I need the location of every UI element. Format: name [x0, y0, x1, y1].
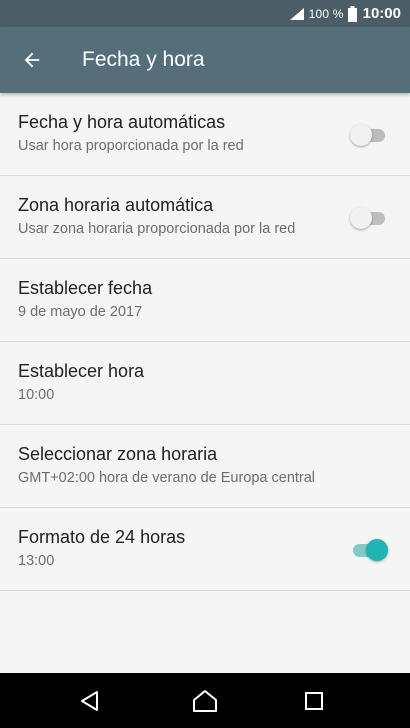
page-title: Fecha y hora [82, 48, 205, 71]
setting-24-hour-format[interactable]: Formato de 24 horas 13:00 [0, 508, 410, 591]
setting-automatic-time-zone[interactable]: Zona horaria automática Usar zona horari… [0, 176, 410, 259]
back-triangle-icon [81, 691, 98, 711]
setting-set-date[interactable]: Establecer fecha 9 de mayo de 2017 [0, 259, 410, 342]
switch-thumb [350, 124, 372, 146]
status-indicators: 100 % 10:00 [289, 0, 401, 27]
navigation-bar [0, 673, 410, 728]
setting-title: Fecha y hora automáticas [18, 112, 226, 132]
setting-summary: GMT+02:00 hora de verano de Europa centr… [18, 470, 316, 486]
setting-title: Seleccionar zona horaria [18, 444, 218, 464]
setting-title: Establecer hora [18, 361, 145, 381]
battery-percentage: 100 % [308, 6, 344, 21]
switch-thumb [350, 207, 372, 229]
setting-set-time[interactable]: Establecer hora 10:00 [0, 342, 410, 425]
setting-summary: Usar zona horaria proporcionada por la r… [18, 221, 296, 237]
setting-title: Establecer fecha [18, 278, 153, 298]
setting-title: Formato de 24 horas [18, 527, 186, 547]
status-time: 10:00 [362, 5, 401, 22]
battery-icon [347, 5, 357, 22]
recents-icon [305, 692, 323, 710]
setting-summary: 9 de mayo de 2017 [18, 304, 143, 320]
nav-home-button[interactable] [189, 685, 221, 717]
app-bar: Fecha y hora [0, 27, 410, 93]
setting-summary: 13:00 [18, 553, 55, 569]
nav-back-button[interactable] [74, 685, 106, 717]
setting-select-time-zone[interactable]: Seleccionar zona horaria GMT+02:00 hora … [0, 425, 410, 508]
setting-automatic-date-time[interactable]: Fecha y hora automáticas Usar hora propo… [0, 93, 410, 176]
setting-summary: Usar hora proporcionada por la red [18, 138, 244, 154]
signal-icon [289, 7, 304, 20]
settings-list: Fecha y hora automáticas Usar hora propo… [0, 93, 410, 591]
home-icon [193, 690, 217, 712]
back-button[interactable] [14, 42, 50, 78]
setting-title: Zona horaria automática [18, 195, 214, 215]
switch-thumb [366, 539, 388, 561]
automatic-date-time-switch[interactable] [350, 123, 388, 147]
setting-summary: 10:00 [18, 387, 55, 403]
24-hour-format-switch[interactable] [350, 538, 388, 562]
nav-recents-button[interactable] [298, 685, 330, 717]
status-bar: 100 % 10:00 [0, 0, 410, 27]
automatic-time-zone-switch[interactable] [350, 206, 388, 230]
arrow-back-icon [24, 52, 40, 68]
